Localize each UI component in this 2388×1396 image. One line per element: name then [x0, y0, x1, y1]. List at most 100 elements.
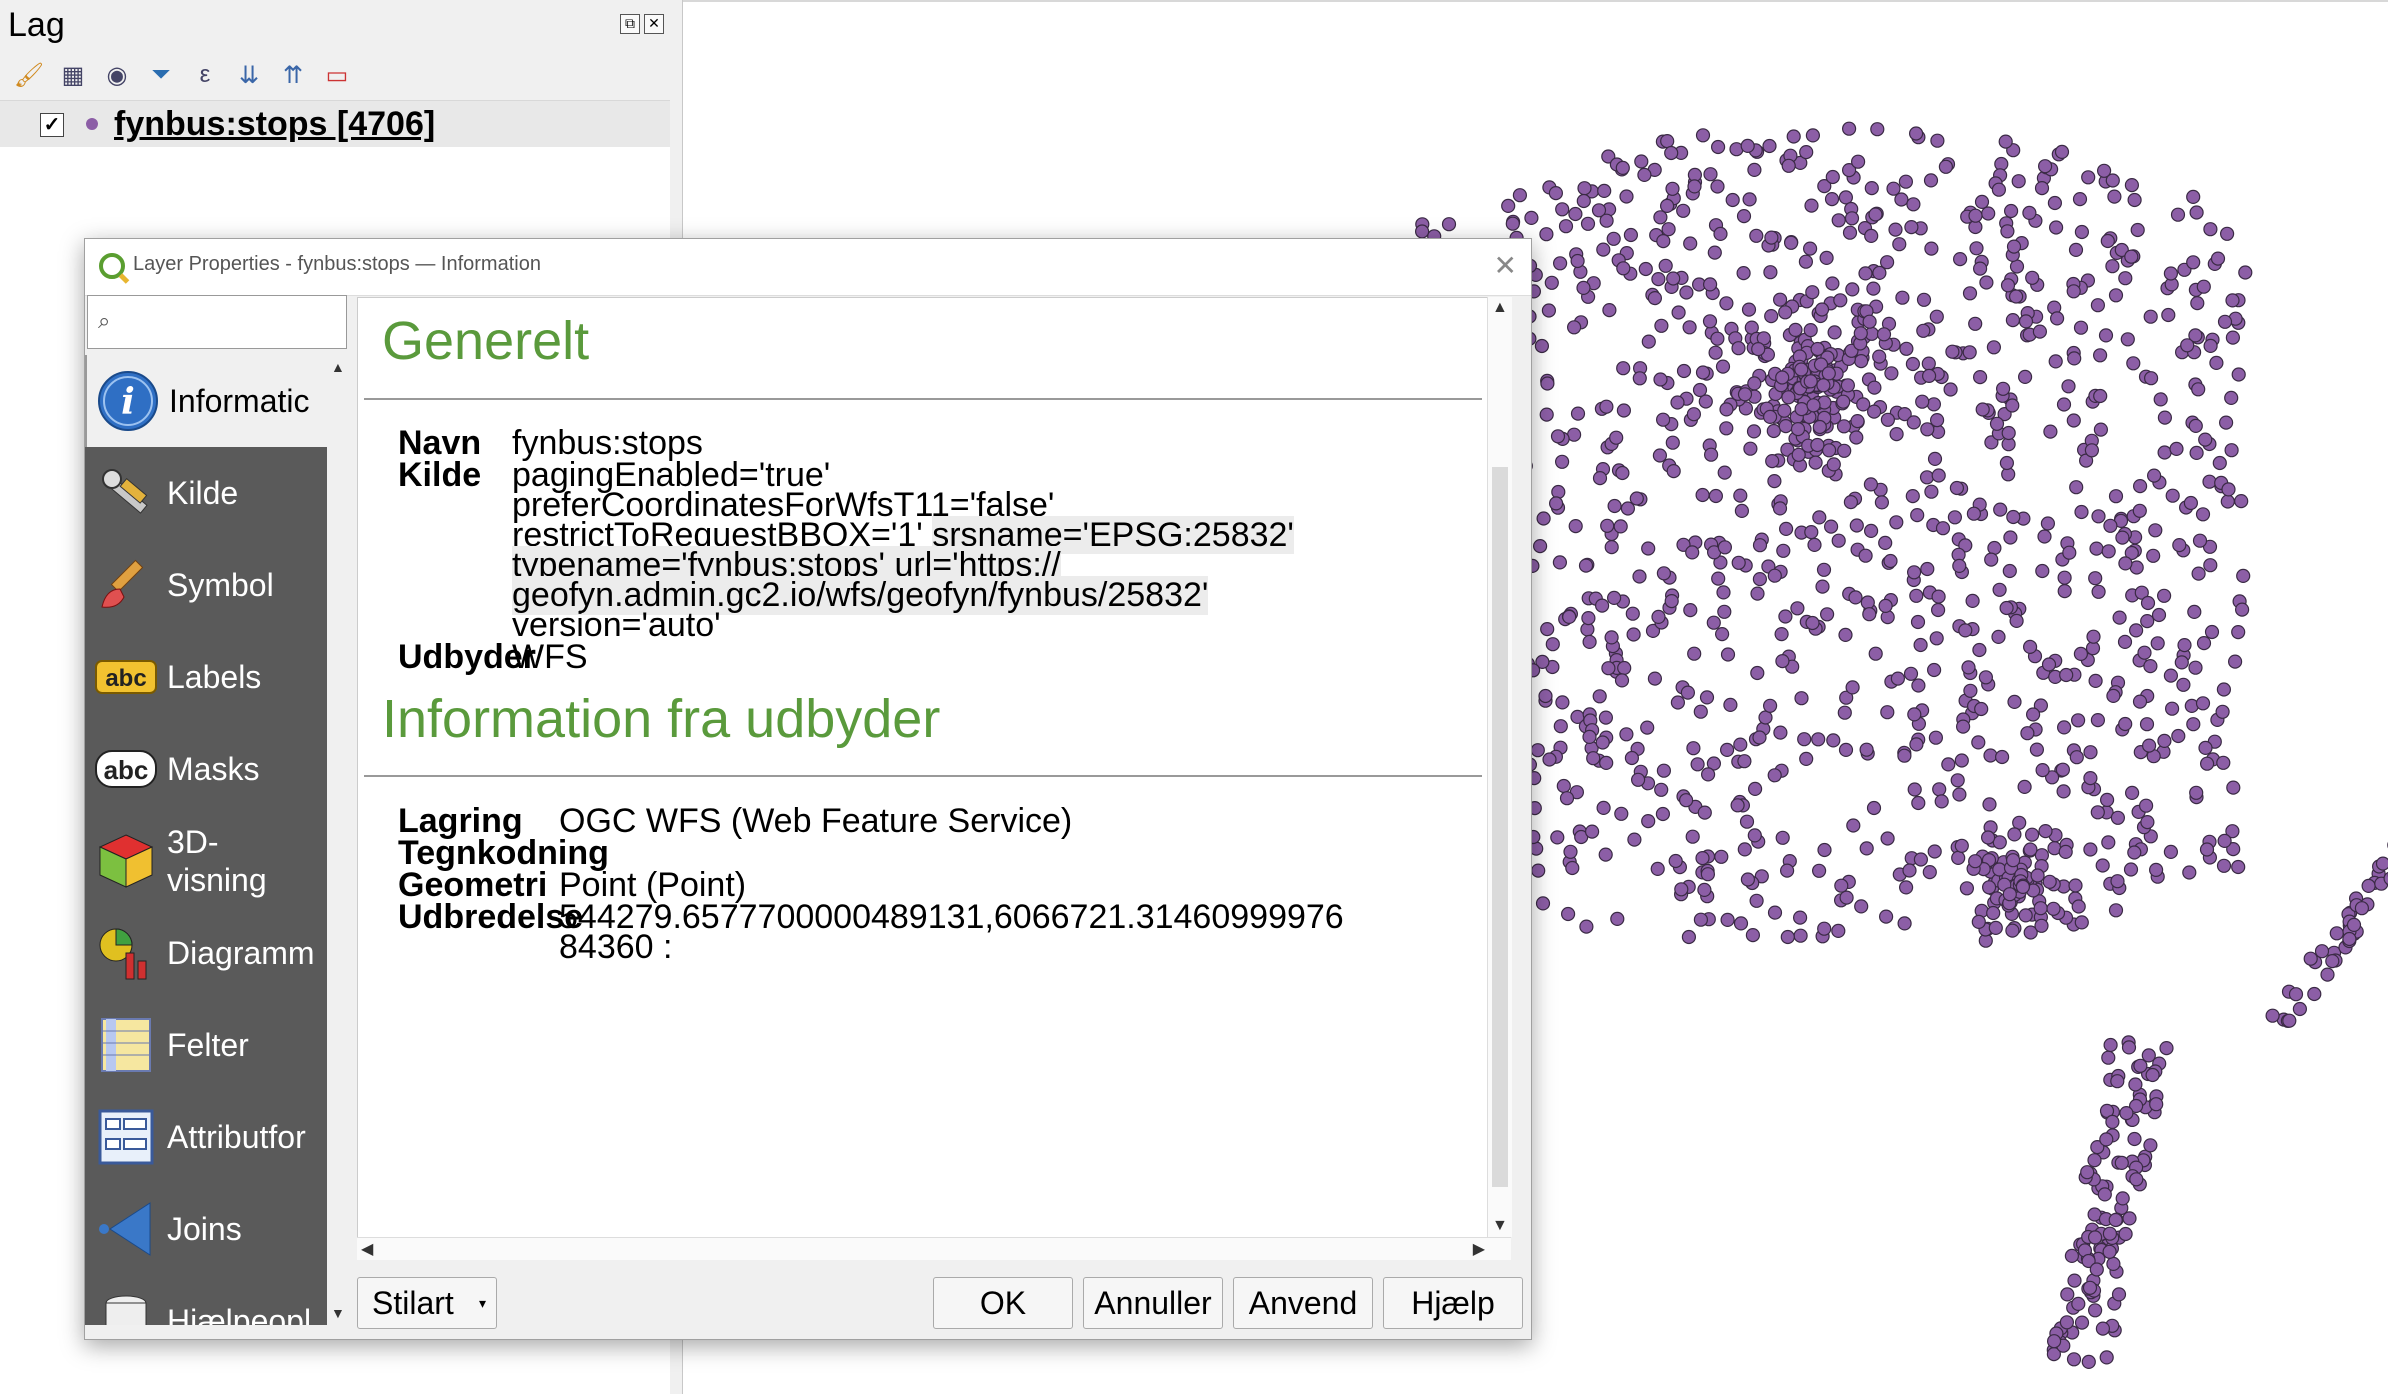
layer-visibility-checkbox[interactable]: ✓	[40, 113, 64, 137]
bus-stop-point	[1838, 706, 1851, 719]
bus-stop-point	[2103, 1245, 2116, 1258]
bus-stop-point	[1688, 180, 1701, 193]
bus-stop-point	[1753, 731, 1766, 744]
paint-brush-icon[interactable]: 🖌	[10, 56, 48, 94]
sidebar-scrollbar[interactable]: ▲ ▼	[327, 355, 349, 1325]
divider	[364, 398, 1482, 400]
bus-stop-point	[2110, 490, 2123, 503]
bus-stop-point	[2051, 312, 2064, 325]
close-icon[interactable]: ✕	[1494, 249, 1517, 282]
bus-stop-point	[1569, 208, 1582, 221]
sidebar-item-label: 3D- visning	[167, 823, 267, 899]
bus-stop-point	[2181, 339, 2194, 352]
bus-stop-point	[1805, 526, 1818, 539]
sidebar-item-information[interactable]: i Informatic	[85, 355, 327, 447]
bus-stop-point	[1734, 738, 1747, 751]
bus-stop-point	[2175, 656, 2188, 669]
bus-stop-point	[2143, 739, 2156, 752]
cancel-button[interactable]: Annuller	[1083, 1277, 1223, 1329]
sidebar-item-auxiliary-storage[interactable]: Hjælpeopl	[85, 1275, 327, 1325]
filter-icon[interactable]: ⏷	[142, 56, 180, 94]
expression-filter-icon[interactable]: ε	[186, 56, 224, 94]
bus-stop-point	[1950, 482, 1963, 495]
apply-button[interactable]: Anvend	[1233, 1277, 1373, 1329]
bus-stop-point	[1832, 214, 1845, 227]
bus-stop-point	[2236, 603, 2249, 616]
sidebar-item-diagrams[interactable]: Diagramm	[85, 907, 327, 999]
scroll-down-icon[interactable]: ▼	[331, 1305, 345, 1321]
dialog-title: Layer Properties - fynbus:stops — Inform…	[133, 253, 541, 276]
layer-row-fynbus-stops[interactable]: ✓ fynbus:stops [4706]	[0, 101, 670, 147]
sidebar-item-3d-view[interactable]: 3D- visning	[85, 815, 327, 907]
scroll-up-icon[interactable]: ▲	[331, 359, 345, 375]
bus-stop-point	[1748, 377, 1761, 390]
bus-stop-point	[1553, 556, 1566, 569]
scroll-right-icon[interactable]: ▶	[1473, 1239, 1485, 1259]
layer-name[interactable]: fynbus:stops [4706]	[114, 105, 435, 144]
bus-stop-point	[2158, 734, 2171, 747]
bus-stop-point	[2084, 772, 2097, 785]
bus-stop-point	[1694, 913, 1707, 926]
bus-stop-point	[1709, 490, 1722, 503]
bus-stop-point	[1610, 431, 1623, 444]
bus-stop-point	[2076, 1316, 2089, 1329]
add-group-icon[interactable]: ▦	[54, 56, 92, 94]
content-horizontal-scrollbar[interactable]: ◀ ▶	[357, 1237, 1511, 1260]
scroll-thumb[interactable]	[1492, 467, 1508, 1187]
style-dropdown-label: Stilart	[372, 1285, 454, 1322]
close-panel-icon[interactable]: ✕	[644, 14, 664, 34]
bus-stop-point	[1863, 315, 1876, 328]
help-button[interactable]: Hjælp	[1383, 1277, 1523, 1329]
scroll-down-icon[interactable]: ▼	[1492, 1217, 1508, 1235]
sidebar-item-symbology[interactable]: Symbol	[85, 539, 327, 631]
bus-stop-point	[1812, 733, 1825, 746]
eye-icon[interactable]: ◉	[98, 56, 136, 94]
bus-stop-point	[1587, 752, 1600, 765]
bus-stop-point	[2219, 315, 2232, 328]
search-input[interactable]: ⌕	[87, 295, 347, 349]
bus-stop-point	[1979, 671, 1992, 684]
bus-stop-point	[2123, 1041, 2136, 1054]
bus-stop-point	[1861, 596, 1874, 609]
bus-stop-point	[1596, 736, 1609, 749]
bus-stop-point	[1572, 407, 1585, 420]
style-dropdown[interactable]: Stilart ▾	[357, 1277, 497, 1329]
bus-stop-point	[2072, 1297, 2085, 1310]
bus-stop-point	[2100, 329, 2113, 342]
sidebar-item-fields[interactable]: Felter	[85, 999, 327, 1091]
bus-stop-point	[1714, 227, 1727, 240]
bus-stop-point	[2050, 221, 2063, 234]
bus-stop-point	[1620, 190, 1633, 203]
bus-stop-point	[1607, 232, 1620, 245]
sidebar-item-joins[interactable]: Joins	[85, 1183, 327, 1275]
bus-stop-point	[2002, 427, 2015, 440]
content-vertical-scrollbar[interactable]: ▲ ▼	[1487, 297, 1512, 1237]
scroll-up-icon[interactable]: ▲	[1492, 299, 1508, 317]
bus-stop-point	[1787, 130, 1800, 143]
sidebar-item-masks[interactable]: abc Masks	[85, 723, 327, 815]
bus-stop-point	[1776, 655, 1789, 668]
scroll-left-icon[interactable]: ◀	[361, 1239, 373, 1259]
sidebar-item-labels[interactable]: abc Labels	[85, 631, 327, 723]
bus-stop-point	[1751, 587, 1764, 600]
bus-stop-point	[1994, 503, 2007, 516]
bus-stop-point	[1741, 815, 1754, 828]
bus-stop-point	[2199, 741, 2212, 754]
bus-stop-point	[2142, 597, 2155, 610]
remove-layer-icon[interactable]: ▭	[318, 56, 356, 94]
bus-stop-point	[2190, 446, 2203, 459]
ok-button[interactable]: OK	[933, 1277, 1073, 1329]
bus-stop-point	[2226, 294, 2239, 307]
bus-stop-point	[1697, 129, 1710, 142]
expand-all-icon[interactable]: ⇊	[230, 56, 268, 94]
float-panel-icon[interactable]: ⧉	[620, 14, 640, 34]
bus-stop-point	[2145, 372, 2158, 385]
bus-stop-point	[2094, 423, 2107, 436]
bus-stop-point	[1506, 217, 1519, 230]
bus-stop-point	[1669, 855, 1682, 868]
bus-stop-point	[2087, 630, 2100, 643]
sidebar-item-source[interactable]: Kilde	[85, 447, 327, 539]
sidebar-item-attributes-form[interactable]: Attributfor	[85, 1091, 327, 1183]
collapse-all-icon[interactable]: ⇈	[274, 56, 312, 94]
bus-stop-point	[1752, 343, 1765, 356]
